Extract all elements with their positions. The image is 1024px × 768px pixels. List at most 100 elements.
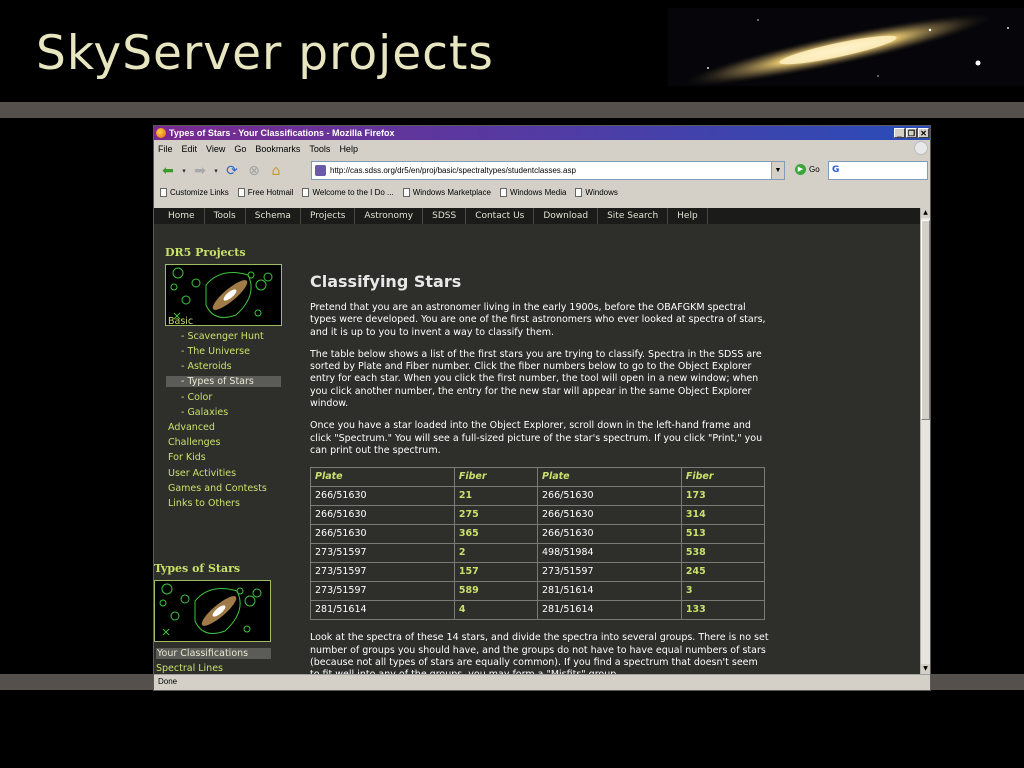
sidebar-item-games-and-contests[interactable]: Games and Contests [168,483,267,494]
scrollbar-thumb[interactable] [921,220,930,420]
sidebar-item-asteroids[interactable]: - Asteroids [181,361,232,372]
bookmark-item[interactable]: Windows Media [499,187,567,197]
fiber-link[interactable]: 3 [680,581,766,602]
fiber-link[interactable]: 538 [680,543,766,564]
fiber-link[interactable]: 157 [453,562,538,583]
table-row: 266/51630 21 266/51630 173 [310,486,766,507]
scroll-up-icon[interactable]: ▲ [921,208,930,218]
column-header-fiber: Fiber [453,467,538,488]
sidebar-item-galaxies[interactable]: - Galaxies [181,407,228,418]
nav-site-search[interactable]: Site Search [598,208,669,224]
fiber-link[interactable]: 2 [453,543,538,564]
plate-cell: 266/51630 [536,524,682,545]
close-icon[interactable]: ✕ [918,128,929,138]
maximize-icon[interactable]: ❐ [906,128,917,138]
galaxy-thumbnail-image[interactable] [154,580,271,642]
url-bar[interactable]: http://cas.sdss.org/dr5/en/proj/basic/sp… [311,161,785,180]
table-description-paragraph: The table below shows a list of the firs… [310,348,762,410]
nav-astronomy[interactable]: Astronomy [355,208,424,224]
bookmark-label: Windows Media [509,187,567,197]
fiber-link[interactable]: 21 [453,486,538,507]
plate-cell: 281/51614 [310,600,455,621]
menu-bookmarks[interactable]: Bookmarks [255,144,300,154]
sidebar-item-advanced[interactable]: Advanced [168,422,215,433]
table-row: 281/51614 4 281/51614 133 [310,600,766,621]
search-input[interactable]: G [828,161,928,180]
stars-table: Plate Fiber Plate Fiber 266/51630 21 266… [310,467,766,621]
plate-cell: 281/51614 [536,581,682,602]
nav-help[interactable]: Help [668,208,708,224]
fiber-link[interactable]: 133 [680,600,766,621]
reload-icon[interactable]: ⟳ [222,161,242,181]
navigation-toolbar: ⬅ ▾ ➡ ▾ ⟳ ⊗ ⌂ http://cas.sdss.org/dr5/en… [154,157,930,185]
forward-dropdown-icon[interactable]: ▾ [212,161,220,181]
menu-file[interactable]: File [158,144,173,154]
bookmarks-toolbar: Customize Links Free Hotmail Welcome to … [154,185,930,199]
menu-help[interactable]: Help [339,144,358,154]
sidebar-section-heading: Types of Stars [154,562,241,575]
page-icon [499,187,507,197]
nav-home[interactable]: Home [154,208,205,224]
sidebar-item-basic[interactable]: Basic [168,316,193,327]
nav-projects[interactable]: Projects [301,208,356,224]
bookmark-label: Windows Marketplace [412,187,491,197]
fiber-link[interactable]: 589 [453,581,538,602]
home-icon[interactable]: ⌂ [266,161,286,181]
bookmark-item[interactable]: Customize Links [160,187,229,197]
forward-arrow-icon[interactable]: ➡ [190,161,210,181]
instructions-paragraph: Look at the spectra of these 14 stars, a… [310,632,769,674]
sidebar-item-scavenger-hunt[interactable]: - Scavenger Hunt [181,331,264,342]
go-label: Go [809,165,820,174]
menu-tools[interactable]: Tools [309,144,330,154]
throbber-icon [914,141,928,155]
menu-go[interactable]: Go [234,144,246,154]
fiber-link[interactable]: 275 [453,505,538,526]
scroll-down-icon[interactable]: ▼ [921,664,930,674]
sidebar-item-your-classifications[interactable]: Your Classifications [156,648,271,659]
back-dropdown-icon[interactable]: ▾ [180,161,188,181]
sidebar-item-types-of-stars[interactable]: - Types of Stars [166,376,281,387]
sidebar-item-spectral-lines[interactable]: Spectral Lines [156,663,223,674]
url-dropdown-icon[interactable]: ▼ [771,162,784,179]
sidebar-item-links-to-others[interactable]: Links to Others [168,498,240,509]
sidebar-item-user-activities[interactable]: User Activities [168,468,236,479]
plate-cell: 266/51630 [536,486,682,507]
bookmark-item[interactable]: Windows [575,187,618,197]
status-text: Done [158,677,178,686]
go-arrow-icon: ▶ [795,164,806,175]
nav-download[interactable]: Download [534,208,599,224]
window-title: Types of Stars - Your Classifications - … [169,128,395,138]
bookmark-item[interactable]: Windows Marketplace [402,187,491,197]
sidebar-item-the-universe[interactable]: - The Universe [181,346,250,357]
table-row: 273/51597 2 498/51984 538 [310,543,766,564]
site-favicon-icon [315,165,326,176]
fiber-link[interactable]: 4 [453,600,538,621]
sidebar: DR5 Projects Basic - Scavenger Hunt - Th… [154,224,294,674]
back-arrow-icon[interactable]: ⬅ [158,161,178,181]
sidebar-item-for-kids[interactable]: For Kids [168,452,206,463]
fiber-link[interactable]: 173 [680,486,766,507]
page-icon [575,187,583,197]
bookmark-label: Windows [585,187,618,197]
search-engine-icon: G [832,165,840,175]
bookmark-item[interactable]: Free Hotmail [237,187,293,197]
fiber-link[interactable]: 365 [453,524,538,545]
sidebar-item-color[interactable]: - Color [181,392,212,403]
page-icon [237,187,245,197]
fiber-link[interactable]: 513 [680,524,766,545]
main-content: Classifying Stars Pretend that you are a… [310,224,770,674]
nav-tools[interactable]: Tools [205,208,246,224]
fiber-link[interactable]: 245 [680,562,766,583]
fiber-link[interactable]: 314 [680,505,766,526]
vertical-scrollbar[interactable]: ▲ ▼ [920,208,930,674]
minimize-icon[interactable]: _ [894,128,905,138]
bookmark-item[interactable]: Welcome to the I Do ... [302,187,394,197]
menu-edit[interactable]: Edit [182,144,198,154]
go-button[interactable]: ▶ Go [795,164,820,175]
nav-schema[interactable]: Schema [246,208,301,224]
nav-contact-us[interactable]: Contact Us [466,208,535,224]
stop-icon[interactable]: ⊗ [244,161,264,181]
nav-sdss[interactable]: SDSS [423,208,467,224]
sidebar-item-challenges[interactable]: Challenges [168,437,220,448]
menu-view[interactable]: View [206,144,225,154]
